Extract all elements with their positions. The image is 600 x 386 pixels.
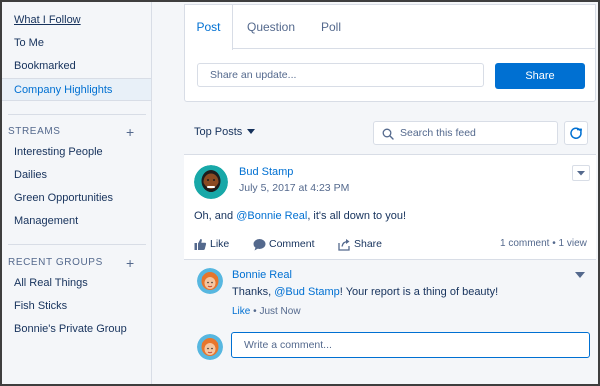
comment-body-text: ! Your report is a thing of beauty! <box>339 286 499 298</box>
stats-separator: • <box>552 238 556 249</box>
chevron-down-icon[interactable] <box>575 272 585 278</box>
post-menu-button[interactable] <box>572 165 590 181</box>
tab-poll[interactable]: Poll <box>309 5 353 49</box>
comment-thread: Bonnie Real Thanks, @Bud Stamp! Your rep… <box>184 259 596 384</box>
streams-header: STREAMS <box>8 126 61 137</box>
publisher: Post Question Poll Share <box>184 4 596 102</box>
chevron-down-icon <box>577 171 585 176</box>
feed-post: Bud Stamp July 5, 2017 at 4:23 PM Oh, an… <box>184 154 596 384</box>
sidebar-item-management[interactable]: Management <box>2 210 151 233</box>
comment-time: Just Now <box>259 306 301 317</box>
share-icon <box>338 239 350 251</box>
share-update-input[interactable] <box>197 63 484 87</box>
avatar[interactable] <box>197 268 223 294</box>
refresh-icon <box>570 127 582 139</box>
sidebar-item-bookmarked[interactable]: Bookmarked <box>2 55 151 78</box>
sidebar-item-dailies[interactable]: Dailies <box>2 164 151 187</box>
post-body-text: Oh, and <box>194 210 237 222</box>
chevron-down-icon <box>247 129 256 134</box>
write-comment-input[interactable] <box>231 332 590 358</box>
avatar-current-user-icon <box>197 334 223 360</box>
refresh-button[interactable] <box>564 121 588 145</box>
sidebar-item-bonnies-private-group[interactable]: Bonnie's Private Group <box>2 318 151 341</box>
sidebar-item-to-me[interactable]: To Me <box>2 32 151 55</box>
post-body-text: , it's all down to you! <box>307 210 407 222</box>
tab-question[interactable]: Question <box>233 5 309 49</box>
post-body: Oh, and @Bonnie Real, it's all down to y… <box>194 210 406 222</box>
comment-button[interactable]: Comment <box>253 237 317 253</box>
avatar-bud-stamp-icon <box>194 165 228 199</box>
post-stats: 1 comment • 1 view <box>500 238 587 249</box>
share-post-button[interactable]: Share <box>338 237 386 253</box>
publisher-tabs: Post Question Poll <box>185 5 595 50</box>
feed-sidebar: What I Follow To Me Bookmarked Company H… <box>2 2 152 384</box>
mention-link[interactable]: @Bonnie Real <box>236 210 307 222</box>
comment-count[interactable]: 1 comment <box>500 238 549 249</box>
add-stream-button[interactable]: + <box>126 125 134 139</box>
feed-search[interactable] <box>373 121 558 145</box>
comment-meta-separator: • <box>253 306 257 317</box>
recent-groups-header: RECENT GROUPS <box>8 257 103 268</box>
share-button[interactable]: Share <box>495 63 585 89</box>
comment-icon <box>253 239 266 251</box>
comment-body: Thanks, @Bud Stamp! Your report is a thi… <box>232 286 498 298</box>
comment-author[interactable]: Bonnie Real <box>232 269 292 281</box>
search-input[interactable] <box>400 124 550 142</box>
sidebar-item-what-i-follow[interactable]: What I Follow <box>2 9 151 32</box>
avatar <box>197 334 223 360</box>
like-button[interactable]: Like <box>194 237 234 253</box>
share-label: Share <box>354 238 383 250</box>
sidebar-divider <box>8 244 146 245</box>
avatar[interactable] <box>194 165 228 199</box>
sidebar-divider <box>8 114 146 115</box>
sidebar-item-all-real-things[interactable]: All Real Things <box>2 272 151 295</box>
sidebar-item-interesting-people[interactable]: Interesting People <box>2 141 151 164</box>
tab-post[interactable]: Post <box>185 5 233 50</box>
like-label: Like <box>210 238 230 250</box>
post-author[interactable]: Bud Stamp <box>239 166 293 178</box>
mention-link[interactable]: @Bud Stamp <box>274 286 340 298</box>
app-frame: What I Follow To Me Bookmarked Company H… <box>0 0 600 386</box>
search-icon <box>382 128 394 140</box>
comment-like-link[interactable]: Like <box>232 306 250 317</box>
sort-dropdown[interactable]: Top Posts <box>194 126 256 138</box>
sort-label: Top Posts <box>194 126 243 138</box>
thumbs-up-icon <box>194 238 207 250</box>
comment-body-text: Thanks, <box>232 286 275 298</box>
comment-meta: Like • Just Now <box>232 306 301 317</box>
view-count: 1 view <box>558 238 587 249</box>
avatar-bonnie-real-icon <box>197 268 223 294</box>
sidebar-item-company-highlights[interactable]: Company Highlights <box>2 78 151 101</box>
post-timestamp[interactable]: July 5, 2017 at 4:23 PM <box>239 182 349 194</box>
sidebar-item-fish-sticks[interactable]: Fish Sticks <box>2 295 151 318</box>
add-group-button[interactable]: + <box>126 256 134 270</box>
comment-label: Comment <box>269 238 315 250</box>
sidebar-item-green-opportunities[interactable]: Green Opportunities <box>2 187 151 210</box>
